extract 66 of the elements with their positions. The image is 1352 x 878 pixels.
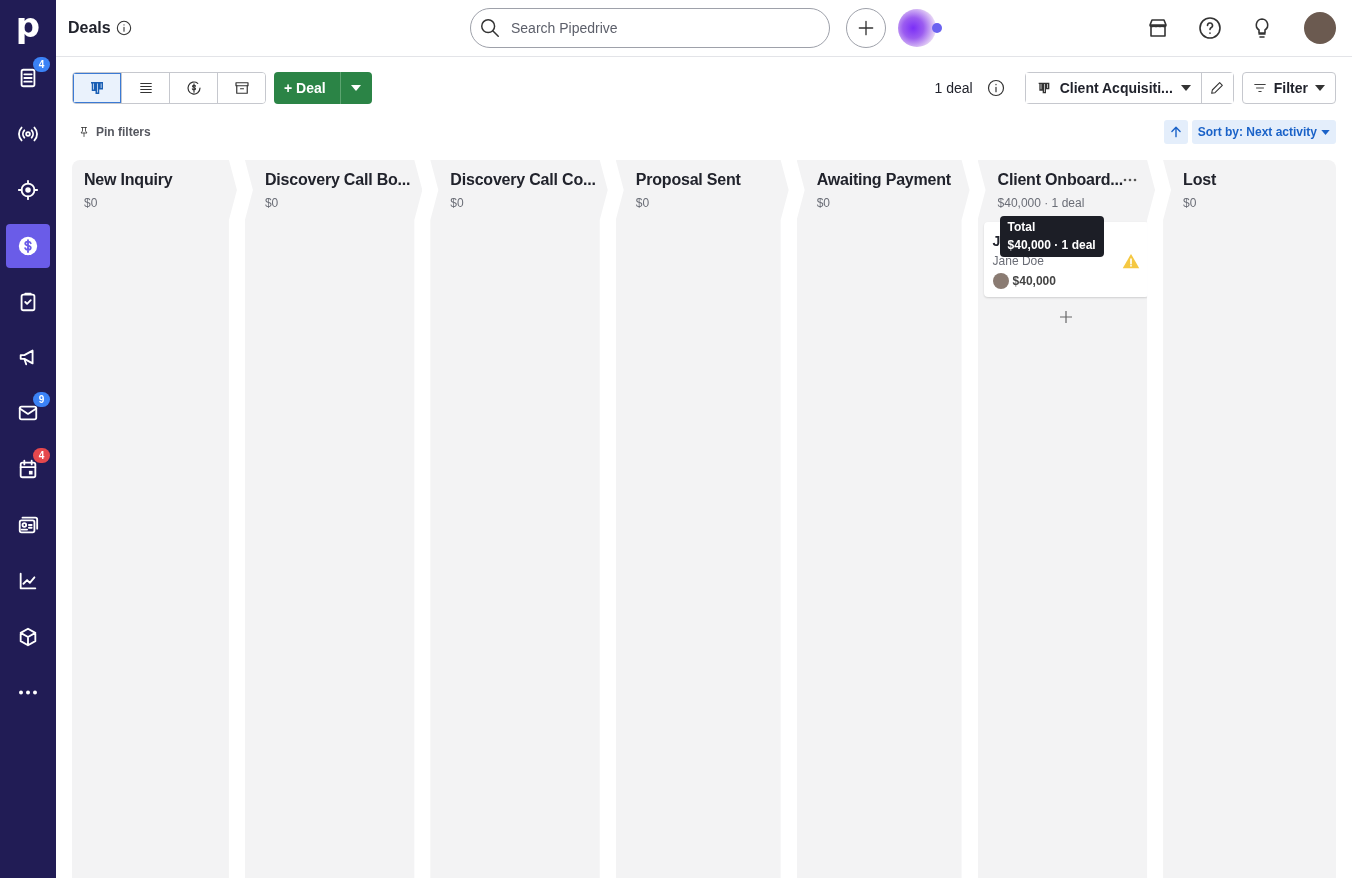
dollar-icon <box>17 234 39 257</box>
filter-icon <box>1252 81 1267 95</box>
owner-avatar <box>992 273 1009 289</box>
edit-pipeline-button[interactable] <box>1200 73 1233 103</box>
store-icon[interactable] <box>1146 16 1170 40</box>
caret-icon <box>1315 85 1325 91</box>
sidebar-item[interactable]: 9 <box>6 391 50 436</box>
info-icon[interactable] <box>986 79 1005 97</box>
stage-total: $40,000 · 1 deal <box>997 196 1086 210</box>
sidebar-item[interactable]: 4 <box>6 56 50 100</box>
more-icon <box>18 690 38 696</box>
caret-icon <box>351 85 362 91</box>
sidebar-item[interactable]: 4 <box>6 447 50 492</box>
sort-dropdown[interactable]: Sort by: Next activity <box>1191 120 1336 144</box>
archive-icon <box>232 79 251 97</box>
arrow-up-icon <box>1168 125 1183 139</box>
stage-total: $0 <box>84 196 99 210</box>
add-options-button[interactable] <box>339 72 372 104</box>
stage-total: $0 <box>450 196 465 210</box>
more-icon[interactable] <box>1123 178 1138 182</box>
stage-name: Discovery Call Bo... <box>264 171 411 189</box>
count-badge: 4 <box>33 57 50 72</box>
sort-direction-button[interactable] <box>1163 120 1188 144</box>
stage-total: $0 <box>1183 196 1198 210</box>
caret-icon <box>1321 129 1330 135</box>
pin-icon <box>78 125 90 139</box>
cube-icon <box>17 625 39 648</box>
pencil-icon <box>1209 80 1226 96</box>
tooltip-text: $40,000 · 1 deal <box>1007 238 1096 253</box>
view-toggle[interactable] <box>217 73 265 103</box>
stage-total: $0 <box>264 196 280 210</box>
add-deal-button[interactable]: + Deal <box>274 72 340 104</box>
filter-dropdown[interactable]: Filter <box>1241 72 1336 104</box>
add-button[interactable] <box>846 8 886 48</box>
stage-name: Discovery Call Co... <box>450 171 596 189</box>
stage-name: Awaiting Payment <box>816 171 951 189</box>
plus-icon <box>856 18 876 38</box>
line-chart-icon <box>17 570 39 592</box>
plus-icon <box>1058 309 1075 325</box>
count-badge: 9 <box>33 392 50 408</box>
caret-icon <box>1180 85 1191 91</box>
stage-name: Proposal Sent <box>635 171 741 189</box>
view-toggle[interactable] <box>73 73 121 103</box>
user-avatar[interactable] <box>1304 12 1336 44</box>
count-badge: 4 <box>33 448 50 464</box>
calendar-icon <box>17 458 39 481</box>
pin-filters-button[interactable]: Pin filters <box>78 125 151 139</box>
stage-total: $0 <box>816 196 831 210</box>
deal-count: 1 deal <box>934 80 973 96</box>
search-field[interactable]: Search Pipedrive <box>470 8 830 48</box>
search-icon <box>479 17 501 39</box>
stage-name: Lost <box>1183 171 1217 189</box>
page-title: Deals <box>68 19 111 37</box>
tooltip-title: Total <box>1007 220 1037 235</box>
stage-name: New Inquiry <box>84 171 173 189</box>
kanban-icon <box>88 79 106 97</box>
info-icon[interactable] <box>115 20 132 36</box>
stage-total: $0 <box>635 196 651 210</box>
sidebar-item[interactable] <box>6 223 50 268</box>
stage-name: Client Onboard... <box>997 171 1124 189</box>
target-icon <box>17 178 39 201</box>
deal-title: J <box>992 233 1001 249</box>
pipedrive-logo[interactable]: p <box>15 0 41 56</box>
help-icon[interactable] <box>1198 16 1222 40</box>
deal-value: $40,000 <box>1012 274 1056 288</box>
forecast-icon <box>184 79 203 97</box>
